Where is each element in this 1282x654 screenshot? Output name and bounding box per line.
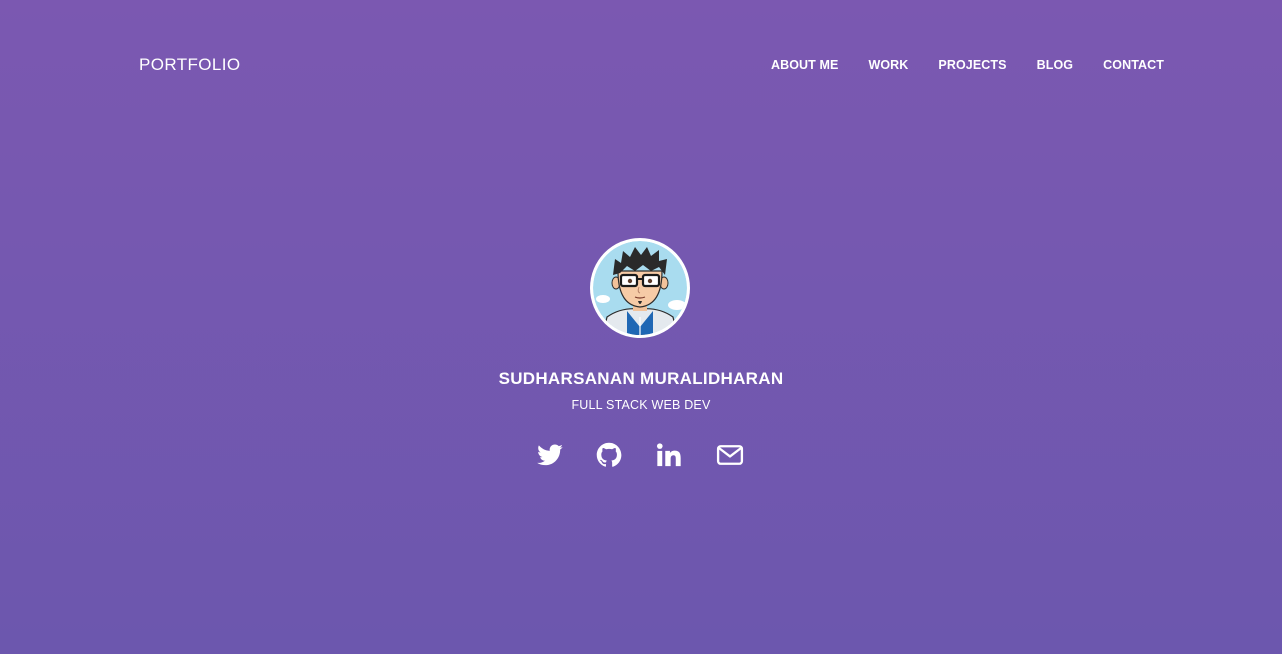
profile-role: FULL STACK WEB DEV [571,398,711,412]
github-link[interactable] [595,441,623,469]
hero-section: SUDHARSANAN MURALIDHARAN FULL STACK WEB … [0,0,1282,654]
email-link[interactable] [716,441,744,469]
email-icon [716,445,744,465]
twitter-icon [537,444,563,466]
avatar-image [593,241,687,335]
avatar [590,238,690,338]
profile-name: SUDHARSANAN MURALIDHARAN [498,369,784,388]
linkedin-link[interactable] [655,441,683,469]
github-icon [596,442,622,467]
linkedin-icon [656,443,681,467]
twitter-link[interactable] [536,441,564,469]
